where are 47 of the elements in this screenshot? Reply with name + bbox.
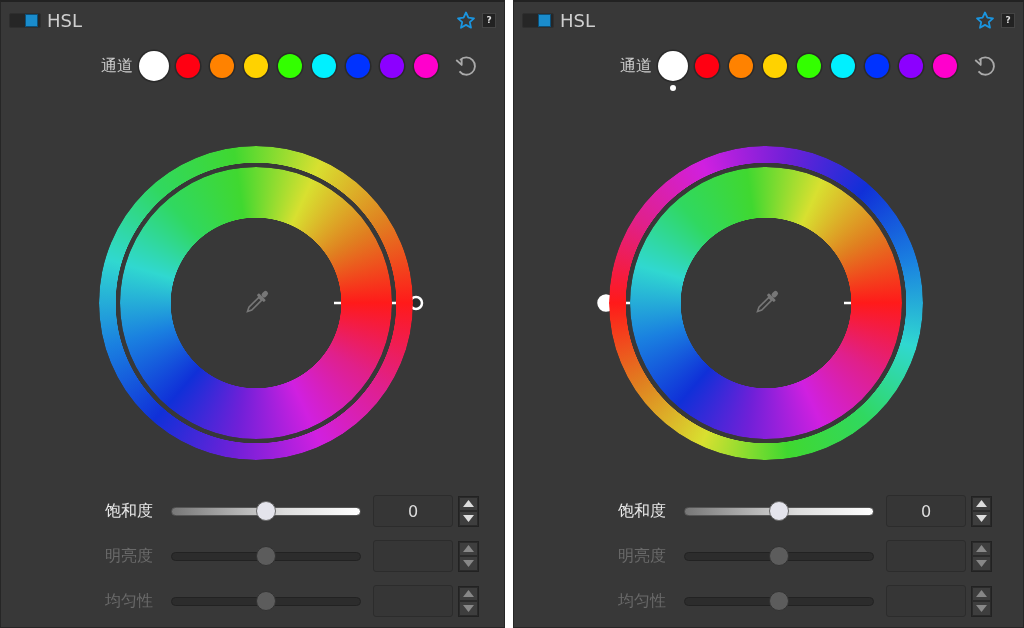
decrement-button[interactable] bbox=[460, 512, 477, 525]
channel-swatch[interactable] bbox=[414, 54, 438, 78]
channel-swatch[interactable] bbox=[176, 54, 200, 78]
panel-title: HSL bbox=[560, 9, 596, 31]
channel-swatch[interactable] bbox=[933, 54, 957, 78]
increment-button[interactable] bbox=[973, 497, 990, 510]
reset-icon[interactable] bbox=[453, 53, 479, 79]
channel-swatch[interactable] bbox=[244, 54, 268, 78]
channel-swatch[interactable] bbox=[312, 54, 336, 78]
slider-label: 饱和度 bbox=[618, 500, 667, 522]
channel-swatch[interactable] bbox=[278, 54, 302, 78]
channel-swatch[interactable] bbox=[763, 54, 787, 78]
slider-track[interactable] bbox=[684, 590, 874, 612]
channel-label: 通道 bbox=[101, 55, 133, 77]
channel-swatch[interactable] bbox=[695, 54, 719, 78]
channel-swatch[interactable] bbox=[658, 51, 688, 81]
slider-label: 饱和度 bbox=[105, 500, 154, 522]
star-icon[interactable] bbox=[456, 10, 476, 30]
slider-track[interactable] bbox=[171, 545, 361, 567]
slider-thumb[interactable] bbox=[256, 501, 276, 521]
channel-swatch[interactable] bbox=[729, 54, 753, 78]
channel-label: 通道 bbox=[620, 55, 652, 77]
slider-track[interactable] bbox=[171, 500, 361, 522]
star-icon[interactable] bbox=[975, 10, 995, 30]
panel-title: HSL bbox=[47, 9, 83, 31]
channel-swatch[interactable] bbox=[831, 54, 855, 78]
channel-swatch[interactable] bbox=[139, 51, 169, 81]
channel-swatch[interactable] bbox=[380, 54, 404, 78]
decrement-button[interactable] bbox=[973, 512, 990, 525]
toggle-switch[interactable] bbox=[522, 12, 554, 28]
toggle-switch[interactable] bbox=[9, 12, 41, 28]
channel-swatch[interactable] bbox=[346, 54, 370, 78]
channel-swatch[interactable] bbox=[865, 54, 889, 78]
value-field[interactable]: 0 bbox=[373, 495, 453, 527]
modified-indicator bbox=[670, 85, 676, 91]
slider-track[interactable] bbox=[171, 590, 361, 612]
help-button[interactable]: ? bbox=[1001, 12, 1015, 28]
help-button[interactable]: ? bbox=[482, 12, 496, 28]
slider-track[interactable] bbox=[684, 500, 874, 522]
value-field[interactable]: 0 bbox=[886, 495, 966, 527]
slider-thumb[interactable] bbox=[769, 501, 789, 521]
channel-swatch[interactable] bbox=[210, 54, 234, 78]
reset-icon[interactable] bbox=[972, 53, 998, 79]
increment-button[interactable] bbox=[460, 497, 477, 510]
channel-swatch[interactable] bbox=[797, 54, 821, 78]
channel-swatch[interactable] bbox=[899, 54, 923, 78]
slider-track[interactable] bbox=[684, 545, 874, 567]
